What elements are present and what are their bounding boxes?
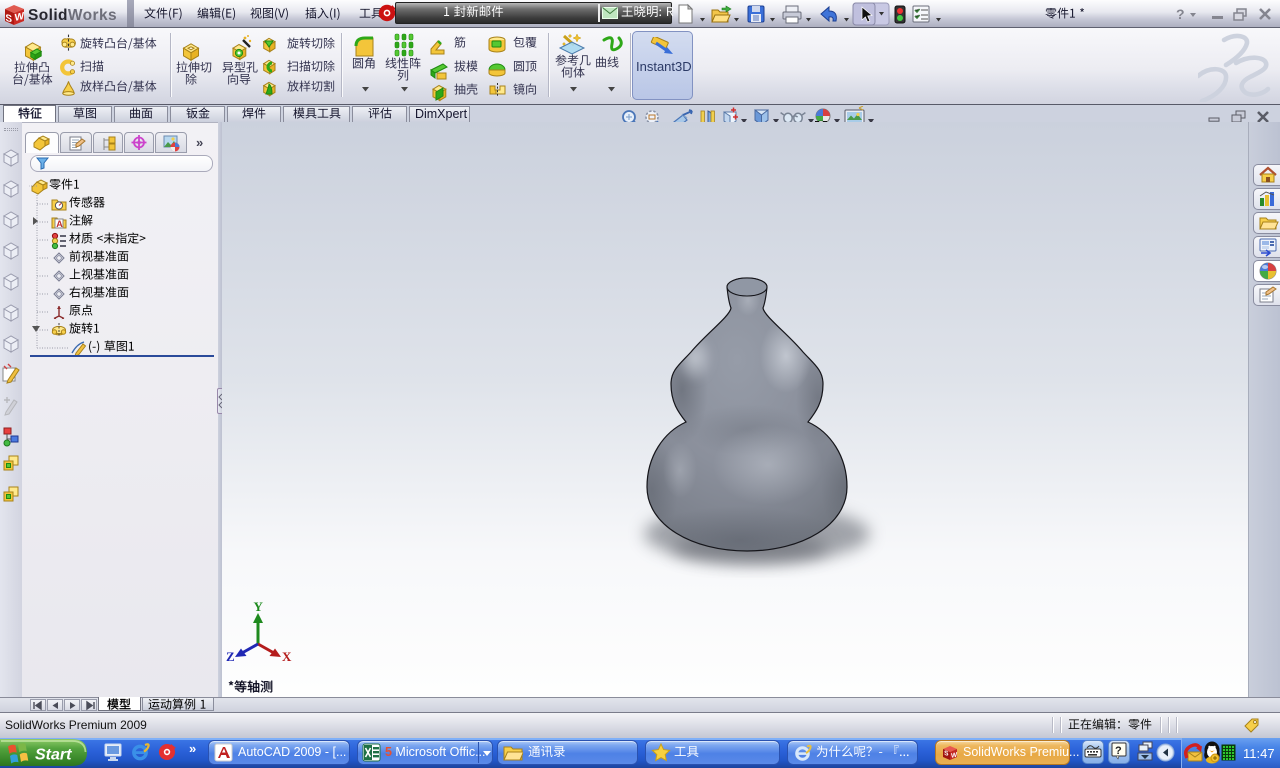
- svg-text:Y: Y: [254, 600, 264, 614]
- svg-text:W: W: [951, 751, 958, 759]
- svg-text:A: A: [56, 219, 63, 229]
- svg-text:»: »: [189, 741, 196, 756]
- svg-text:?: ?: [1115, 745, 1122, 757]
- svg-text:X: X: [282, 649, 292, 664]
- svg-text:Start: Start: [35, 747, 72, 764]
- svg-text:?: ?: [1176, 6, 1185, 22]
- svg-text:W: W: [15, 11, 25, 24]
- svg-text:S: S: [5, 13, 12, 25]
- svg-text:S: S: [944, 750, 949, 758]
- svg-text:Z: Z: [226, 649, 235, 664]
